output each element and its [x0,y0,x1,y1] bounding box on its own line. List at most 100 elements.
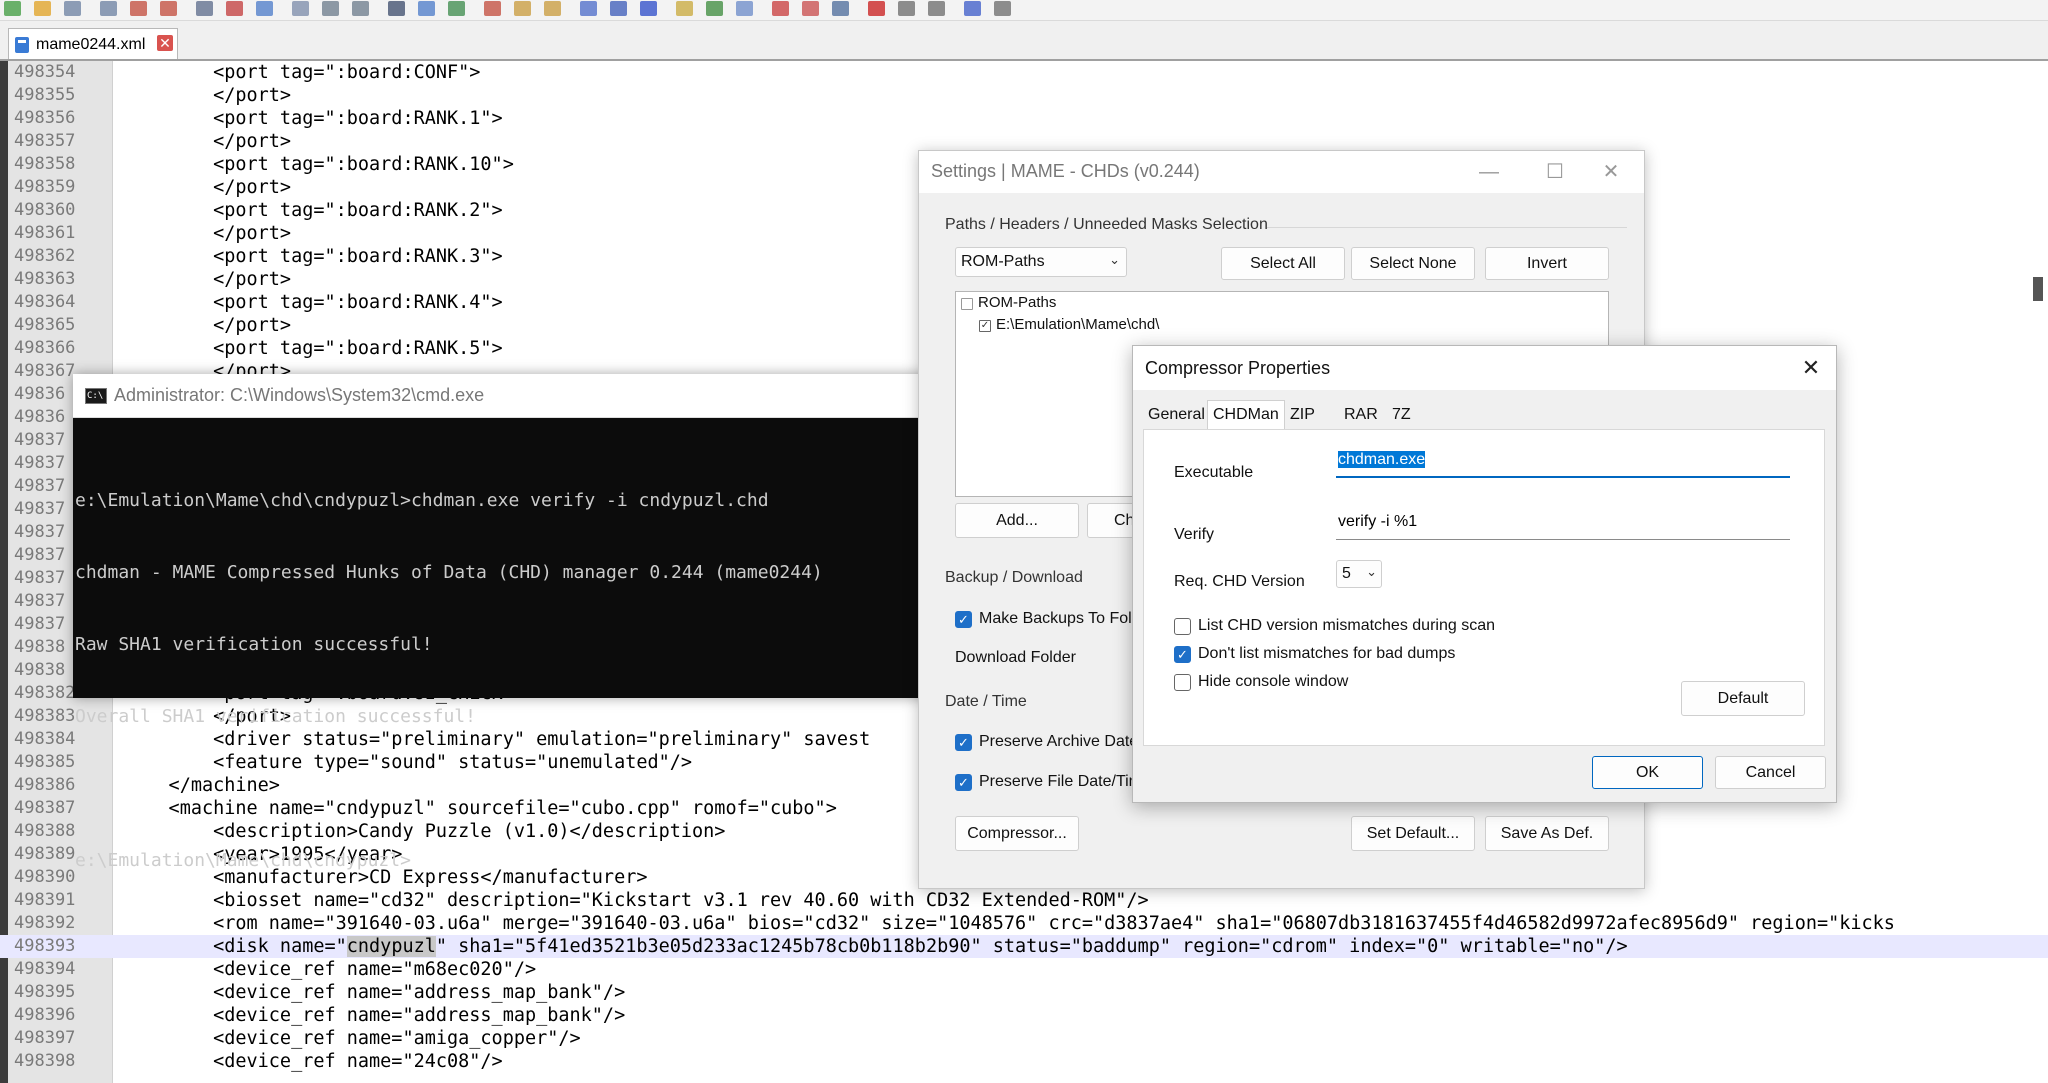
tab-rar[interactable]: RAR [1339,404,1383,428]
path-type-dropdown[interactable]: ROM-Paths ⌄ [955,247,1127,277]
toolbar-button-icon[interactable] [898,1,915,16]
code-line[interactable]: 498393 <disk name="cndypuzl" sha1="5f41e… [0,935,2048,958]
tab-mame0244-xml[interactable]: mame0244.xml ✕ [8,28,178,59]
code-line[interactable]: 498398 <device_ref name="24c08"/> [0,1050,2048,1073]
select-all-button[interactable]: Select All [1221,247,1345,280]
toolbar-button-icon[interactable] [544,1,561,16]
toolbar-button-icon[interactable] [256,1,273,16]
line-text: <port tag=":board:RANK.10"> [124,154,514,175]
toolbar-button-icon[interactable] [4,1,21,16]
toolbar-button-icon[interactable] [226,1,243,16]
preserve-file-date-checkbox[interactable]: ✓ [955,774,972,791]
line-number: 498388 [14,821,76,841]
line-text: </port> [124,85,292,106]
tab-chdman[interactable]: CHDMan [1207,400,1285,430]
line-number: 49837 [14,545,66,565]
code-line[interactable]: 498356 <port tag=":board:RANK.1"> [0,107,2048,130]
toolbar-button-icon[interactable] [706,1,723,16]
hide-console-checkbox[interactable] [1174,674,1191,691]
preserve-archive-date-checkbox[interactable]: ✓ [955,734,972,751]
verify-input[interactable]: verify -i %1 [1336,510,1790,540]
toolbar-button-icon[interactable] [580,1,597,16]
make-backups-checkbox[interactable]: ✓ [955,611,972,628]
toolbar-button-icon[interactable] [994,1,1011,16]
line-number: 498362 [14,246,76,266]
cmd-line: chdman - MAME Compressed Hunks of Data (… [75,562,823,583]
ok-button[interactable]: OK [1592,756,1703,789]
save-as-default-button[interactable]: Save As Def. [1485,816,1609,851]
cmd-line: Raw SHA1 verification successful! [75,634,433,655]
list-mismatches-checkbox[interactable] [1174,618,1191,635]
minimize-icon[interactable]: — [1467,157,1511,187]
code-line[interactable]: 498396 <device_ref name="address_map_ban… [0,1004,2048,1027]
toolbar-button-icon[interactable] [772,1,789,16]
executable-input[interactable]: chdman.exe [1336,448,1790,478]
toolbar-button-icon[interactable] [832,1,849,16]
compressor-properties-dialog[interactable]: Compressor Properties ✕ General CHDMan Z… [1132,345,1837,803]
toolbar-button-icon[interactable] [292,1,309,16]
toolbar-button-icon[interactable] [160,1,177,16]
toolbar-button-icon[interactable] [964,1,981,16]
compressor-titlebar[interactable]: Compressor Properties ✕ [1133,346,1836,390]
toolbar-button-icon[interactable] [484,1,501,16]
toolbar-button-icon[interactable] [388,1,405,16]
compressor-button[interactable]: Compressor... [955,816,1079,851]
toolbar-button-icon[interactable] [64,1,81,16]
toolbar-button-icon[interactable] [640,1,657,16]
toolbar-button-icon[interactable] [34,1,51,16]
code-line[interactable]: 498397 <device_ref name="amiga_copper"/> [0,1027,2048,1050]
toolbar-button-icon[interactable] [100,1,117,16]
line-text: <device_ref name="24c08"/> [124,1051,503,1072]
cmd-titlebar[interactable]: C:\ Administrator: C:\Windows\System32\c… [73,374,943,418]
tab-7z[interactable]: 7Z [1387,404,1416,428]
line-text-segment: " sha1="5f41ed3521b3e05d233ac1245b78cb0b… [435,936,1628,957]
select-none-button[interactable]: Select None [1351,247,1475,280]
line-number: 49837 [14,476,66,496]
toolbar-button-icon[interactable] [322,1,339,16]
line-text-segment: <disk name=" [124,936,347,957]
toolbar-button-icon[interactable] [352,1,369,16]
cmd-window[interactable]: C:\ Administrator: C:\Windows\System32\c… [73,374,943,871]
code-line[interactable]: 498354 <port tag=":board:CONF"> [0,61,2048,84]
line-number: 498358 [14,154,76,174]
invert-button[interactable]: Invert [1485,247,1609,280]
toolbar-button-icon[interactable] [196,1,213,16]
close-icon[interactable]: ✕ [1589,157,1633,187]
line-number: 498359 [14,177,76,197]
toolbar-button-icon[interactable] [802,1,819,16]
tree-child-checkbox[interactable]: ✓ [979,320,991,332]
toolbar-button-icon[interactable] [736,1,753,16]
set-default-button[interactable]: Set Default... [1351,816,1475,851]
toolbar-button-icon[interactable] [130,1,147,16]
maximize-icon[interactable]: ☐ [1533,157,1577,187]
toolbar-button-icon[interactable] [610,1,627,16]
toolbar-button-icon[interactable] [676,1,693,16]
tree-child-label[interactable]: E:\Emulation\Mame\chd\ [996,316,1159,333]
tree-root-label[interactable]: ROM-Paths [978,294,1056,311]
dont-list-bad-dumps-checkbox[interactable]: ✓ [1174,646,1191,663]
default-button[interactable]: Default [1681,681,1805,716]
add-path-button[interactable]: Add... [955,503,1079,538]
tree-root-checkbox[interactable] [961,298,973,310]
toolbar-button-icon[interactable] [418,1,435,16]
code-line[interactable]: 498395 <device_ref name="address_map_ban… [0,981,2048,1004]
line-number: 498396 [14,1005,76,1025]
tab-close-icon[interactable]: ✕ [157,35,173,51]
toolbar-button-icon[interactable] [448,1,465,16]
settings-titlebar[interactable]: Settings | MAME - CHDs (v0.244) — ☐ ✕ [919,151,1644,193]
line-number: 498395 [14,982,76,1002]
tab-general[interactable]: General [1143,404,1210,428]
cancel-button[interactable]: Cancel [1715,756,1826,789]
chevron-down-icon: ⌄ [1109,252,1120,267]
toolbar-button-icon[interactable] [514,1,531,16]
line-text: <device_ref name="address_map_bank"/> [124,982,626,1003]
req-chd-version-dropdown[interactable]: 5 ⌄ [1336,560,1382,588]
toolbar-button-icon[interactable] [868,1,885,16]
toolbar-button-icon[interactable] [928,1,945,16]
close-icon[interactable]: ✕ [1791,352,1831,384]
scrollbar-thumb[interactable] [2033,277,2043,301]
cmd-output[interactable]: e:\Emulation\Mame\chd\cndypuzl>chdman.ex… [75,441,935,921]
code-line[interactable]: 498355 </port> [0,84,2048,107]
code-line[interactable]: 498394 <device_ref name="m68ec020"/> [0,958,2048,981]
tab-zip[interactable]: ZIP [1285,404,1320,428]
